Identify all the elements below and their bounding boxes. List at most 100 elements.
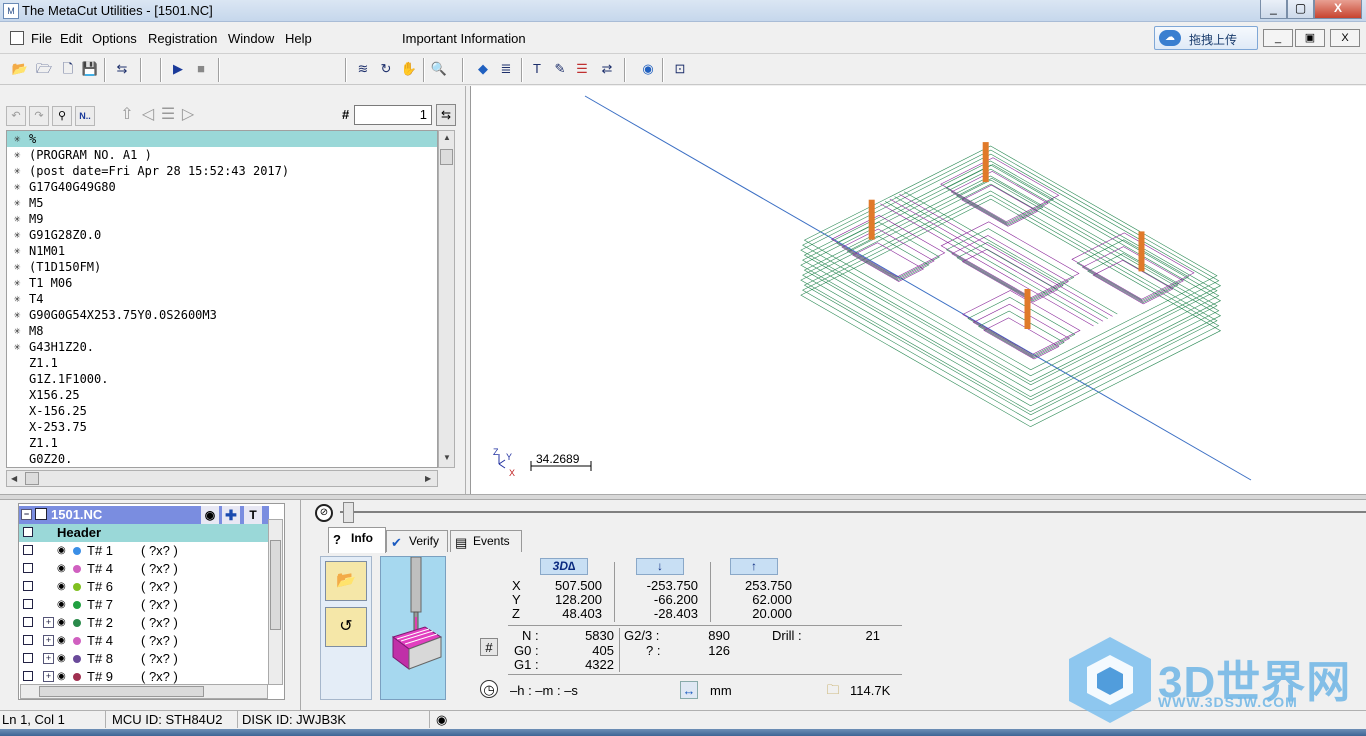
goto-line-button[interactable]: ⇆ (436, 104, 456, 126)
tool-icon[interactable]: T (527, 59, 547, 79)
upload-button[interactable]: ☁ 拖拽上传 (1154, 26, 1258, 50)
right-arrow-icon[interactable]: ▷ (178, 106, 198, 126)
mdi-minimize-button[interactable]: _ (1263, 29, 1293, 47)
code-line[interactable]: ✳ G90G0G54X253.75Y0.0S2600M3 (7, 307, 437, 323)
maximize-button[interactable]: ▢ (1287, 0, 1314, 19)
tool-checkbox[interactable] (23, 563, 33, 573)
code-line[interactable]: Z1.1 (7, 435, 437, 451)
document-icon[interactable] (10, 31, 24, 45)
menu-file[interactable]: File (31, 31, 52, 46)
menu-edit[interactable]: Edit (60, 31, 82, 46)
code-line[interactable]: ✳ M9 (7, 211, 437, 227)
list-icon[interactable]: ☰ (158, 106, 178, 126)
mdi-close-button[interactable]: X (1330, 29, 1360, 47)
line-number-input[interactable]: 1 (354, 105, 432, 125)
tool-checkbox[interactable] (23, 653, 33, 663)
code-line[interactable]: ✳ G43H1Z20. (7, 339, 437, 355)
eye-icon[interactable]: ◉ (57, 653, 71, 664)
scroll-thumb[interactable] (39, 686, 204, 697)
tab-verify[interactable]: ✔ Verify (386, 530, 448, 552)
nc-code-list[interactable]: ✳% ✳ (PROGRAM NO. A1 ) ✳ (post date=Fri Apr … (6, 130, 438, 468)
code-line[interactable]: ✳ (T1D150FM) (7, 259, 437, 275)
scroll-left-icon[interactable]: ◀ (11, 474, 17, 483)
tree-root-row[interactable]: − 1501.NC ◉ ✚ T (19, 506, 269, 524)
open-folder-icon[interactable]: 📂 (10, 59, 30, 79)
folder-open-icon[interactable]: 🗁 (34, 59, 54, 79)
eye-icon[interactable]: ◉ (57, 671, 71, 682)
eye-icon[interactable]: ◉ (57, 617, 71, 628)
code-line[interactable]: ✳ G91G28Z0.0 (7, 227, 437, 243)
tree-horizontal-scrollbar[interactable] (20, 684, 268, 699)
eye-icon[interactable]: ◉ (57, 545, 71, 556)
code-line[interactable]: G1Z.1F1000. (7, 371, 437, 387)
undo-button[interactable]: ↶ (6, 106, 26, 126)
tree-tool-row[interactable]: ◉ T# 4 ( ?x? ) (19, 560, 269, 578)
code-vertical-scrollbar[interactable]: ▲ ▼ (438, 130, 455, 468)
code-line[interactable]: X-253.75 (7, 419, 437, 435)
scroll-thumb[interactable] (270, 540, 281, 630)
code-line[interactable]: ✳ T1 M06 (7, 275, 437, 291)
scroll-thumb[interactable] (440, 149, 453, 165)
menu-window[interactable]: Window (228, 31, 274, 46)
tool-checkbox[interactable] (23, 671, 33, 681)
expand-icon[interactable]: + (43, 671, 54, 682)
code-line[interactable]: ✳ M5 (7, 195, 437, 211)
code-line[interactable]: Z1.1 (7, 355, 437, 371)
save-icon[interactable]: 💾 (80, 59, 100, 79)
code-line[interactable]: X-156.25 (7, 403, 437, 419)
run-script-icon[interactable]: ⇆ (112, 59, 132, 79)
code-line[interactable]: ✳ G17G40G49G80 (7, 179, 437, 195)
new-file-icon[interactable]: 🗋 (58, 59, 78, 79)
eye-globe-icon[interactable]: ◉ (638, 59, 658, 79)
code-line[interactable]: ✳ T4 (7, 291, 437, 307)
pan-hand-icon[interactable]: ✋ (399, 59, 419, 79)
menu-help[interactable]: Help (285, 31, 312, 46)
stop-icon[interactable]: ■ (191, 59, 211, 79)
toolpath-3d-viewport[interactable]: Z Y X (470, 86, 1366, 494)
tree-vertical-scrollbar[interactable] (268, 519, 283, 685)
code-line[interactable]: M5 (7, 467, 438, 468)
tree-tool-row[interactable]: + ◉ T# 8 ( ?x? ) (19, 650, 269, 668)
code-line[interactable]: G0Z20. (7, 451, 437, 467)
fit-window-icon[interactable]: ⊡ (670, 59, 690, 79)
eye-icon[interactable]: ◉ (57, 563, 71, 574)
mdi-restore-button[interactable]: ▣ (1295, 29, 1325, 47)
swap-icon[interactable]: ⇄ (597, 59, 617, 79)
expand-icon[interactable]: + (43, 617, 54, 628)
open-folder-icon[interactable]: 📂 (325, 561, 367, 601)
play-icon[interactable]: ▶ (168, 59, 188, 79)
add-icon[interactable]: ✚ (222, 506, 240, 524)
eye-icon[interactable]: ◉ (57, 635, 71, 646)
tool-tree[interactable]: − 1501.NC ◉ ✚ T Header ◉ T# 1 ( ?x? ) ◉ T# 4… (18, 503, 285, 700)
tool-checkbox[interactable] (23, 599, 33, 609)
code-line[interactable]: ✳ (PROGRAM NO. A1 ) (7, 147, 437, 163)
eye-icon[interactable]: ◉ (57, 581, 71, 592)
eye-icon[interactable]: ◉ (201, 506, 219, 524)
tool-checkbox[interactable] (23, 545, 33, 555)
expand-icon[interactable]: + (43, 653, 54, 664)
tool-checkbox[interactable] (23, 617, 33, 627)
tree-header-row[interactable]: Header (19, 524, 269, 542)
menu-important-information[interactable]: Important Information (402, 31, 526, 46)
left-arrow-icon[interactable]: ◁ (138, 106, 158, 126)
scroll-up-icon[interactable]: ▲ (443, 133, 451, 142)
goto-n-button[interactable]: N.. (75, 106, 95, 126)
simulation-icon[interactable]: ⊘ (315, 504, 333, 522)
minimize-button[interactable]: _ (1260, 0, 1287, 19)
code-line[interactable]: ✳ (post date=Fri Apr 28 15:52:43 2017) (7, 163, 437, 179)
zoom-icon[interactable]: 🔍 (429, 59, 449, 79)
tree-tool-row[interactable]: + ◉ T# 2 ( ?x? ) (19, 614, 269, 632)
menu-options[interactable]: Options (92, 31, 137, 46)
expand-icon[interactable]: + (43, 635, 54, 646)
code-line[interactable]: ✳% (7, 131, 437, 147)
scroll-down-icon[interactable]: ▼ (443, 453, 451, 462)
scroll-thumb[interactable] (25, 472, 39, 485)
tool-icon[interactable]: T (244, 506, 262, 524)
code-horizontal-scrollbar[interactable]: ◀ ▶ (6, 470, 438, 487)
code-line[interactable]: ✳ M8 (7, 323, 437, 339)
orbit-icon[interactable]: ≋ (353, 59, 373, 79)
view-paths-icon[interactable]: ≣ (496, 59, 516, 79)
code-line[interactable]: ✳ N1M01 (7, 243, 437, 259)
tab-info[interactable]: ? Info (328, 527, 386, 553)
tree-tool-row[interactable]: ◉ T# 1 ( ?x? ) (19, 542, 269, 560)
